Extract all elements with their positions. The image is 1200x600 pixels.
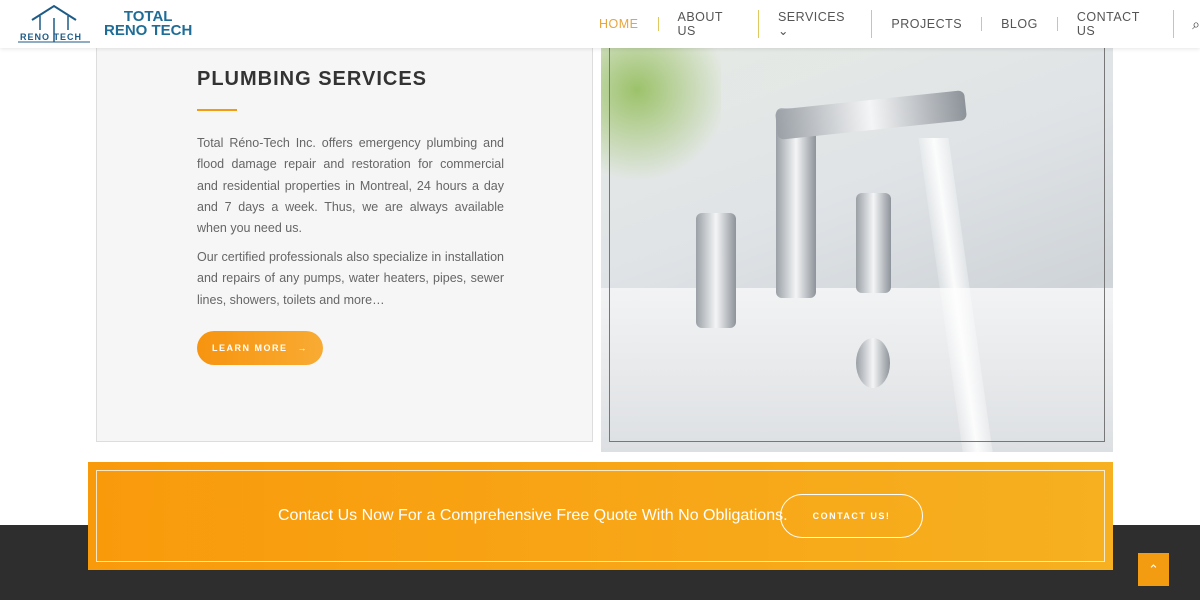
- paragraph-1: Total Réno-Tech Inc. offers emergency pl…: [197, 136, 504, 236]
- nav-services[interactable]: SERVICES ⌄: [759, 10, 873, 38]
- logo[interactable]: RENO TECH TOTAL RENO TECH: [18, 4, 208, 44]
- title-divider: [197, 109, 237, 111]
- learn-more-label: LEARN MORE: [212, 343, 288, 353]
- contact-us-button[interactable]: CONTACT US!: [780, 494, 923, 538]
- header: RENO TECH TOTAL RENO TECH HOME ABOUT US S…: [0, 0, 1200, 48]
- main-nav: HOME ABOUT US SERVICES ⌄ PROJECTS BLOG C…: [580, 0, 1200, 48]
- nav-contact-us[interactable]: CONTACT US: [1058, 10, 1175, 38]
- logo-small-text: RENO TECH: [20, 32, 83, 42]
- logo-text: TOTAL RENO TECH: [104, 9, 193, 39]
- nav-projects[interactable]: PROJECTS: [872, 17, 983, 31]
- nav-blog[interactable]: BLOG: [982, 17, 1058, 31]
- learn-more-button[interactable]: LEARN MORE →: [197, 331, 323, 365]
- nav-home[interactable]: HOME: [580, 17, 659, 31]
- logo-line2: RENO TECH: [104, 22, 193, 39]
- arrow-right-icon: →: [297, 343, 308, 353]
- plumbing-card: PLUMBING SERVICES Total Réno-Tech Inc. o…: [96, 48, 593, 442]
- search-icon[interactable]: ⌕: [1192, 16, 1200, 33]
- paragraph-2: Our certified professionals also special…: [197, 250, 504, 307]
- scroll-to-top-button[interactable]: ⌃: [1138, 553, 1169, 586]
- section-title: PLUMBING SERVICES: [197, 68, 427, 90]
- quote-banner: Contact Us Now For a Comprehensive Free …: [88, 462, 1113, 570]
- banner-text: Contact Us Now For a Comprehensive Free …: [278, 507, 788, 524]
- nav-about-us[interactable]: ABOUT US: [659, 10, 759, 38]
- faucet-photo: [601, 48, 1113, 452]
